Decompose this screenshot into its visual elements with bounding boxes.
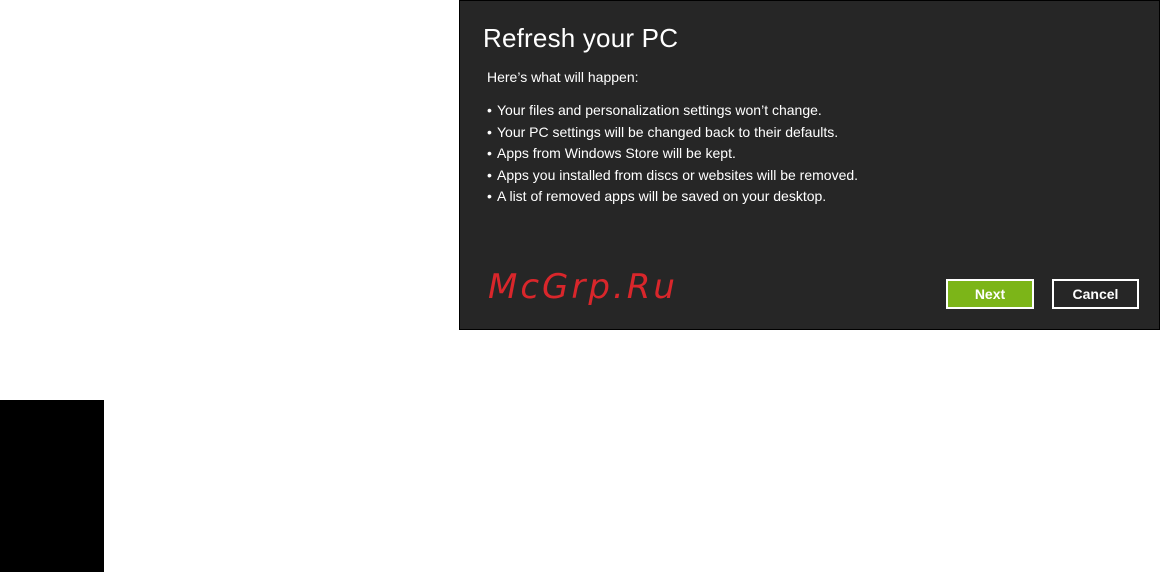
list-item: • A list of removed apps will be saved on… bbox=[487, 186, 858, 208]
refresh-pc-dialog: Refresh your PC Here’s what will happen:… bbox=[459, 0, 1160, 330]
bullet-icon: • bbox=[487, 123, 492, 140]
watermark: McGrp.Ru bbox=[488, 267, 678, 307]
page-edge-tab bbox=[0, 400, 104, 572]
page: Refresh your PC Here’s what will happen:… bbox=[0, 0, 1162, 572]
bullet-icon: • bbox=[487, 166, 492, 183]
bullet-icon: • bbox=[487, 188, 492, 204]
bullet-icon: • bbox=[487, 145, 492, 161]
changes-list: • Your files and personalization settings… bbox=[487, 100, 858, 208]
list-item-text: A list of removed apps will be saved on … bbox=[497, 188, 827, 204]
list-item-text: Apps from Windows Store will be kept. bbox=[497, 145, 736, 161]
cancel-button[interactable]: Cancel bbox=[1052, 279, 1139, 309]
dialog-title: Refresh your PC bbox=[483, 23, 679, 53]
list-item-text: Apps you installed from discs or website… bbox=[497, 166, 859, 183]
next-button[interactable]: Next bbox=[946, 279, 1034, 309]
list-item: • Your files and personalization settings… bbox=[487, 100, 858, 122]
list-item: • Your PC settings will be changed back t… bbox=[487, 122, 858, 144]
dialog-intro: Here’s what will happen: bbox=[487, 69, 639, 85]
list-item: • Apps you installed from discs or websit… bbox=[487, 165, 858, 187]
list-item: • Apps from Windows Store will be kept. bbox=[487, 143, 858, 165]
list-item-text: Your PC settings will be changed back to… bbox=[497, 123, 839, 140]
bullet-icon: • bbox=[487, 102, 492, 118]
list-item-text: Your files and personalization settings … bbox=[497, 102, 822, 118]
